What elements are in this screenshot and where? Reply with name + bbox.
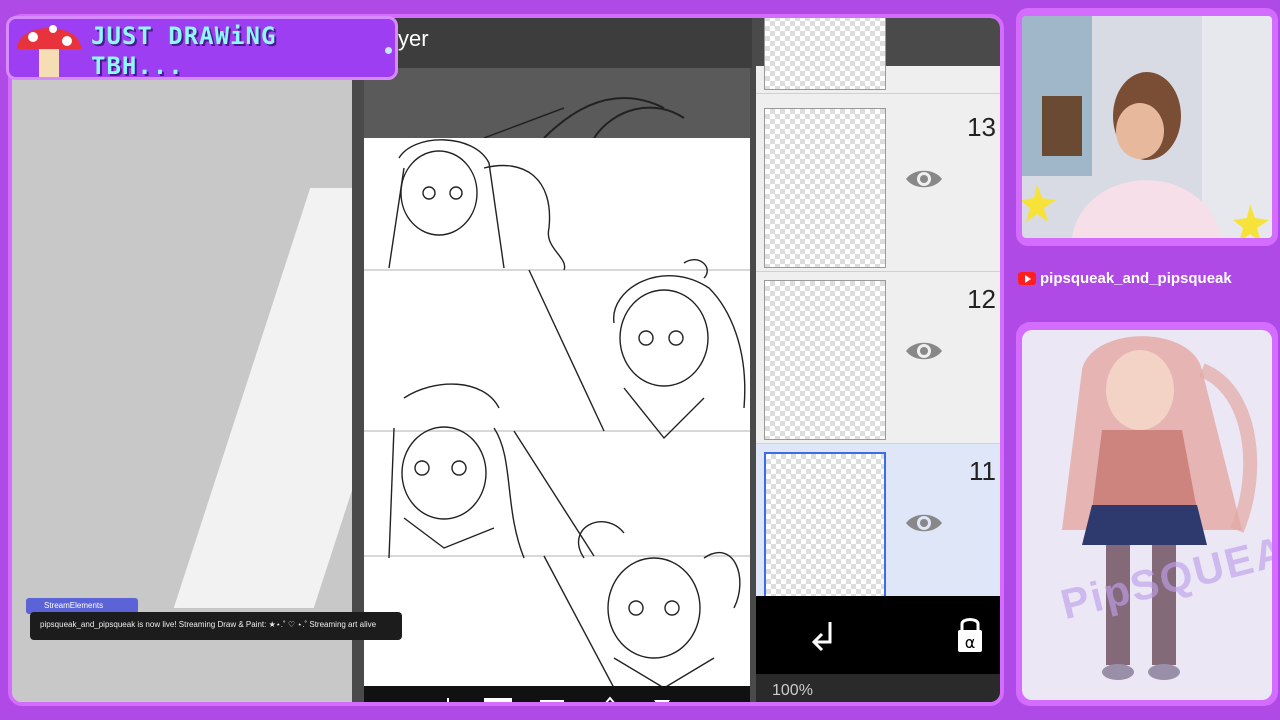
layer-thumbnail [764,452,886,612]
stream-title: JUST DRAWiNG TBH... [91,21,276,81]
layer-row-13[interactable]: 13 [756,100,1000,272]
title-banner: JUST DRAWiNG TBH... [6,16,398,80]
layer-thumbnail [764,108,886,268]
layer-thumbnail [764,18,886,90]
eye-icon[interactable] [904,338,944,364]
layer-row-12[interactable]: 12 [756,272,1000,444]
webcam-frame [1016,8,1278,246]
mushroom-icon [17,25,81,77]
zoom-bar: 100% [756,674,1000,702]
drawing-canvas[interactable] [364,138,750,688]
canvas-overflow-sketch [364,68,750,139]
webcam-scene [1022,16,1272,238]
sketch-artwork [364,139,750,688]
avatar-frame: PipSQUEAK [1016,322,1278,706]
layer-row-11[interactable]: 11 [756,444,1000,616]
eye-icon[interactable] [904,510,944,536]
layer-number: 12 [967,284,996,314]
youtube-icon [1018,272,1036,285]
title-line-1: JUST DRAWiNG [91,22,277,50]
layer-row-partial[interactable] [756,18,1000,94]
header-title: yer [398,26,429,51]
layer-number: 11 [969,456,996,486]
layer-number: 13 [967,112,996,142]
layer-action-bar: α [756,596,1000,674]
character-illustration [1062,336,1258,680]
alpha-lock-icon[interactable]: α [952,616,988,656]
avatar-artwork: PipSQUEAK [1022,330,1272,700]
layer-thumbnail [764,280,886,440]
app-header: yer [352,18,752,68]
canvas-toolbar [364,686,750,702]
arrow-down-left-icon[interactable] [808,618,844,654]
alpha-lock-label: α [965,633,976,652]
main-capture-frame: yer 13 12 11 α 100% [8,14,1004,706]
channel-name: pipsqueak_and_pipsqueak [1040,270,1232,287]
toolbar-icons [447,696,670,702]
zoom-level: 100% [772,682,813,699]
webcam-feed [1022,16,1272,238]
eye-icon[interactable] [904,166,944,192]
live-notification: pipsqueak_and_pipsqueak is now live! Str… [30,612,402,640]
title-line-2: TBH... [91,52,184,80]
drawing-app-screen: yer 13 12 11 α 100% [352,18,1000,702]
overflow-sketch-lines [483,97,685,139]
layers-panel: 13 12 11 [756,18,1000,616]
bullet-dot [385,47,392,54]
